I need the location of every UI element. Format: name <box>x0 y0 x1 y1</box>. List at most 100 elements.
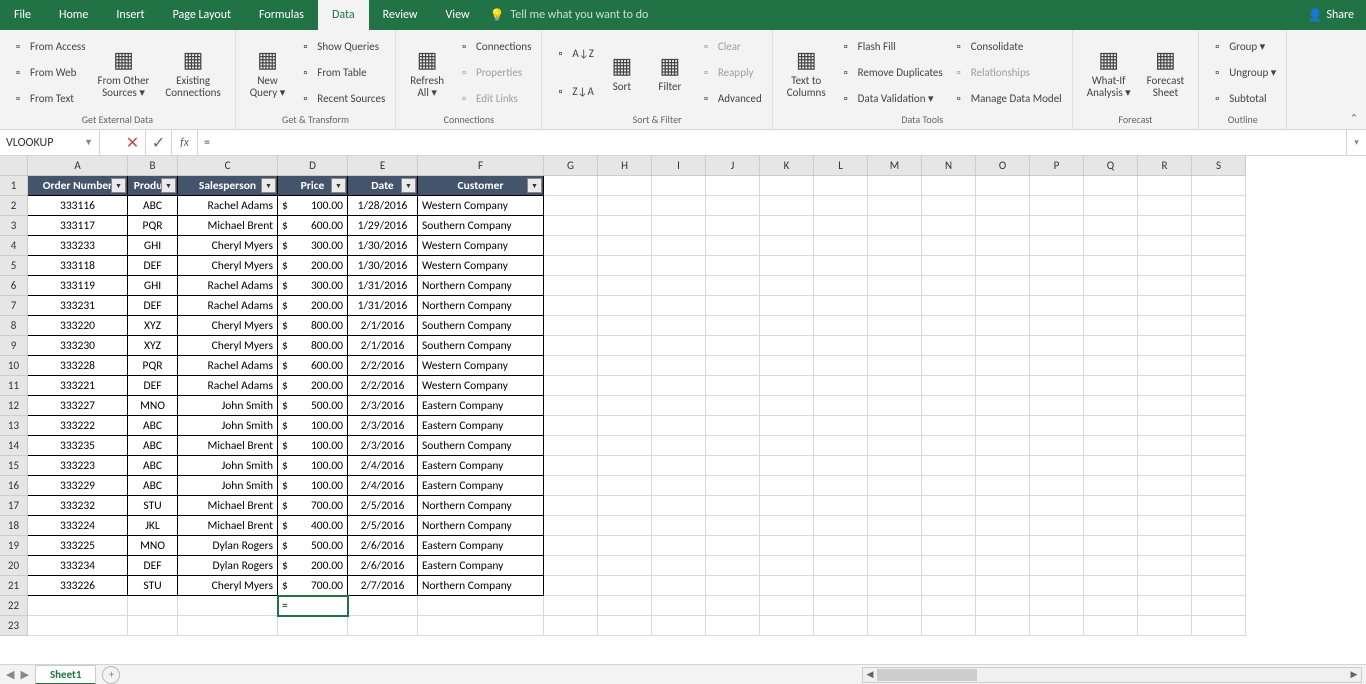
cell-N19[interactable] <box>922 536 976 556</box>
cell-H18[interactable] <box>598 516 652 536</box>
cell-P14[interactable] <box>1030 436 1084 456</box>
cell-H4[interactable] <box>598 236 652 256</box>
row-header-12[interactable]: 12 <box>0 396 28 416</box>
cell-K6[interactable] <box>760 276 814 296</box>
cell-N22[interactable] <box>922 596 976 616</box>
col-header-L[interactable]: L <box>814 156 868 176</box>
cell-L23[interactable] <box>814 616 868 636</box>
cell-N10[interactable] <box>922 356 976 376</box>
cell-Q9[interactable] <box>1084 336 1138 356</box>
tab-file[interactable]: File <box>0 0 45 30</box>
cell-A11[interactable]: 333221 <box>28 376 128 396</box>
cell-B15[interactable]: ABC <box>128 456 178 476</box>
cell-D15[interactable]: $100.00 <box>278 456 348 476</box>
cell-I18[interactable] <box>652 516 706 536</box>
cell-C17[interactable]: Michael Brent <box>178 496 278 516</box>
cell-N7[interactable] <box>922 296 976 316</box>
cell-D21[interactable]: $700.00 <box>278 576 348 596</box>
cell-B4[interactable]: GHI <box>128 236 178 256</box>
cell-P3[interactable] <box>1030 216 1084 236</box>
cell-K9[interactable] <box>760 336 814 356</box>
row-header-19[interactable]: 19 <box>0 536 28 556</box>
cell-C11[interactable]: Rachel Adams <box>178 376 278 396</box>
filter-dropdown-C[interactable]: ▼ <box>261 178 276 193</box>
cell-B22[interactable] <box>128 596 178 616</box>
cell-G23[interactable] <box>544 616 598 636</box>
share-button[interactable]: 👤 Share <box>1307 8 1354 23</box>
cell-K18[interactable] <box>760 516 814 536</box>
cell-D10[interactable]: $600.00 <box>278 356 348 376</box>
cell-R3[interactable] <box>1138 216 1192 236</box>
cell-O20[interactable] <box>976 556 1030 576</box>
cell-C5[interactable]: Cheryl Myers <box>178 256 278 276</box>
cell-H3[interactable] <box>598 216 652 236</box>
cell-M22[interactable] <box>868 596 922 616</box>
cell-O16[interactable] <box>976 476 1030 496</box>
row-header-2[interactable]: 2 <box>0 196 28 216</box>
ungroup[interactable]: ▫Ungroup ▾ <box>1205 64 1280 81</box>
cell-O10[interactable] <box>976 356 1030 376</box>
cell-R21[interactable] <box>1138 576 1192 596</box>
cell-K17[interactable] <box>760 496 814 516</box>
cell-C14[interactable]: Michael Brent <box>178 436 278 456</box>
cell-M18[interactable] <box>868 516 922 536</box>
cell-B17[interactable]: STU <box>128 496 178 516</box>
cell-Q10[interactable] <box>1084 356 1138 376</box>
row-header-8[interactable]: 8 <box>0 316 28 336</box>
horizontal-scrollbar[interactable]: ◀ ▶ <box>862 667 1362 683</box>
cell-M16[interactable] <box>868 476 922 496</box>
cell-D6[interactable]: $300.00 <box>278 276 348 296</box>
cell-E2[interactable]: 1/28/2016 <box>348 196 418 216</box>
cell-A21[interactable]: 333226 <box>28 576 128 596</box>
cell-P15[interactable] <box>1030 456 1084 476</box>
cell-C2[interactable]: Rachel Adams <box>178 196 278 216</box>
col-header-G[interactable]: G <box>544 156 598 176</box>
cell-E3[interactable]: 1/29/2016 <box>348 216 418 236</box>
cell-I21[interactable] <box>652 576 706 596</box>
filter-dropdown-B[interactable]: ▼ <box>161 178 176 193</box>
cell-C20[interactable]: Dylan Rogers <box>178 556 278 576</box>
name-box[interactable]: VLOOKUP ▼ <box>0 130 100 155</box>
cell-J13[interactable] <box>706 416 760 436</box>
cell-P11[interactable] <box>1030 376 1084 396</box>
row-header-18[interactable]: 18 <box>0 516 28 536</box>
new-query[interactable]: ▦NewQuery ▾ <box>242 34 294 111</box>
cell-L8[interactable] <box>814 316 868 336</box>
cell-H1[interactable] <box>598 176 652 196</box>
cell-K5[interactable] <box>760 256 814 276</box>
cell-N16[interactable] <box>922 476 976 496</box>
tab-formulas[interactable]: Formulas <box>245 0 318 30</box>
cell-C4[interactable]: Cheryl Myers <box>178 236 278 256</box>
cell-I17[interactable] <box>652 496 706 516</box>
cell-R9[interactable] <box>1138 336 1192 356</box>
cell-R15[interactable] <box>1138 456 1192 476</box>
cell-A6[interactable]: 333119 <box>28 276 128 296</box>
cell-S3[interactable] <box>1192 216 1246 236</box>
fx-icon[interactable]: fx <box>172 130 198 155</box>
cell-N13[interactable] <box>922 416 976 436</box>
cell-M2[interactable] <box>868 196 922 216</box>
cell-I22[interactable] <box>652 596 706 616</box>
cell-S2[interactable] <box>1192 196 1246 216</box>
cell-G1[interactable] <box>544 176 598 196</box>
cell-F1[interactable]: Customer▼ <box>418 176 544 196</box>
cell-R7[interactable] <box>1138 296 1192 316</box>
cell-L21[interactable] <box>814 576 868 596</box>
row-header-20[interactable]: 20 <box>0 556 28 576</box>
cell-M10[interactable] <box>868 356 922 376</box>
cell-E20[interactable]: 2/6/2016 <box>348 556 418 576</box>
cell-F11[interactable]: Western Company <box>418 376 544 396</box>
cell-A13[interactable]: 333222 <box>28 416 128 436</box>
cell-H13[interactable] <box>598 416 652 436</box>
cell-R2[interactable] <box>1138 196 1192 216</box>
row-header-6[interactable]: 6 <box>0 276 28 296</box>
cell-H20[interactable] <box>598 556 652 576</box>
cell-D12[interactable]: $500.00 <box>278 396 348 416</box>
cell-O9[interactable] <box>976 336 1030 356</box>
col-header-B[interactable]: B <box>128 156 178 176</box>
cell-L6[interactable] <box>814 276 868 296</box>
group[interactable]: ▫Group ▾ <box>1205 38 1280 55</box>
cell-E22[interactable] <box>348 596 418 616</box>
cell-O18[interactable] <box>976 516 1030 536</box>
scroll-left[interactable]: ◀ <box>863 668 877 682</box>
